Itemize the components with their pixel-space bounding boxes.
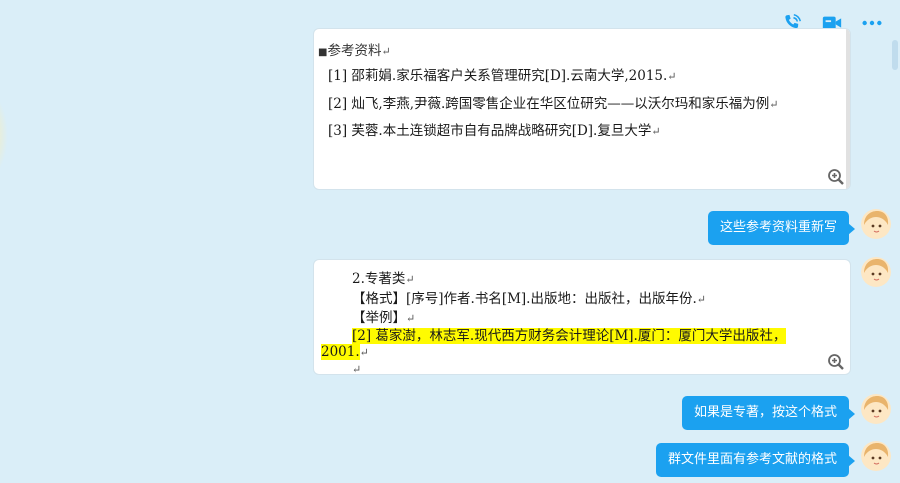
- doc2-format: 【格式】[序号]作者.书名[M].出版地：出版社，出版年份.↵: [352, 291, 706, 307]
- doc2-example-line-2: 2001.↵: [321, 344, 369, 360]
- chat-bubble-3: 群文件里面有参考文献的格式: [655, 443, 856, 477]
- chat-scrollbar-thumb[interactable]: [892, 40, 898, 70]
- document-preview-1[interactable]: ■参考资料↵ [1] 邵莉娟.家乐福客户关系管理研究[D].云南大学,2015.…: [313, 28, 851, 190]
- doc1-heading: ■参考资料↵: [318, 43, 391, 59]
- doc2-example-line-1: [2] 葛家澍，林志军.现代西方财务会计理论[M].厦门：厦门大学出版社，: [352, 328, 787, 344]
- chat-scrollbar[interactable]: [892, 40, 898, 483]
- user-avatar-icon: [861, 394, 891, 424]
- user-avatar-icon: [861, 257, 891, 287]
- doc2-empty-paragraph: ↵: [352, 363, 362, 375]
- chat-bubble-1: 这些参考资料重新写: [707, 211, 856, 245]
- doc1-scrollbar[interactable]: [846, 29, 850, 189]
- avatar[interactable]: [861, 257, 891, 287]
- more-icon[interactable]: [860, 12, 884, 34]
- document-preview-2[interactable]: 2.专著类↵ 【格式】[序号]作者.书名[M].出版地：出版社，出版年份.↵ 【…: [313, 259, 851, 375]
- user-avatar-icon: [861, 441, 891, 471]
- doc2-title: 2.专著类↵: [352, 271, 415, 287]
- user-avatar-icon: [861, 209, 891, 239]
- doc1-ref-1: [1] 邵莉娟.家乐福客户关系管理研究[D].云南大学,2015.↵: [328, 68, 677, 84]
- avatar[interactable]: [861, 209, 891, 239]
- decorative-glow: [0, 90, 8, 180]
- doc1-ref-3: [3] 芙蓉.本土连锁超市自有品牌战略研究[D].复旦大学↵: [328, 123, 661, 139]
- doc1-ref-2: [2] 灿飞,李燕,尹薇.跨国零售企业在华区位研究——以沃尔玛和家乐福为例↵: [328, 96, 779, 112]
- doc2-example-label: 【举例】↵: [352, 310, 416, 326]
- zoom-in-icon[interactable]: [827, 168, 845, 186]
- zoom-in-icon[interactable]: [827, 353, 845, 371]
- chat-bubble-2: 如果是专著，按这个格式: [681, 396, 856, 430]
- avatar[interactable]: [861, 441, 891, 471]
- avatar[interactable]: [861, 394, 891, 424]
